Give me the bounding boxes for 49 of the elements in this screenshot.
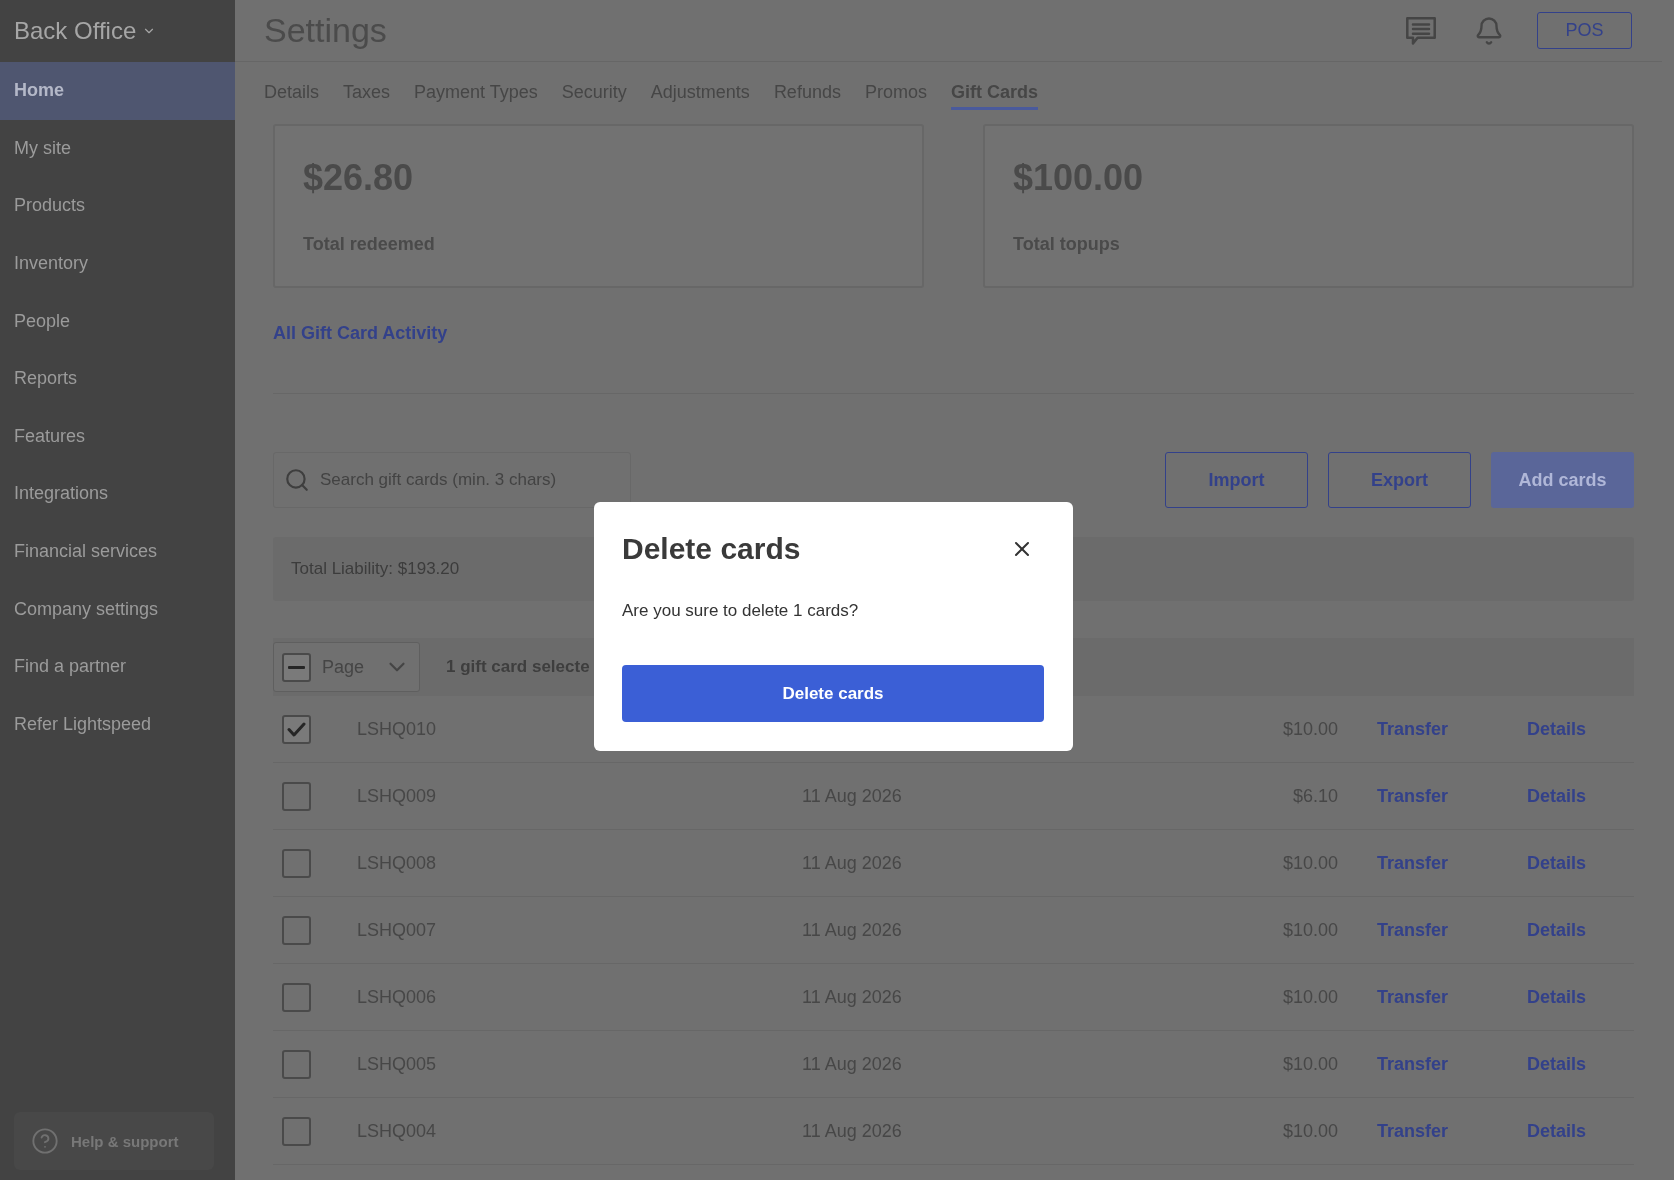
sidebar-item[interactable]: People (0, 292, 235, 350)
row-checkbox[interactable] (282, 982, 311, 1012)
details-link[interactable]: Details (1527, 1053, 1587, 1075)
row-checkbox[interactable] (282, 714, 311, 744)
chat-icon[interactable] (1406, 16, 1436, 45)
sidebar-item[interactable]: My site (0, 119, 235, 178)
sidebar-item[interactable]: Inventory (0, 234, 235, 293)
action-button[interactable]: Import (1165, 452, 1308, 508)
row-checkbox[interactable] (282, 1049, 311, 1079)
sidebar-item[interactable]: Company settings (0, 580, 235, 638)
transfer-link[interactable]: Transfer (1377, 852, 1449, 874)
row-checkbox[interactable] (282, 848, 311, 878)
help-icon (31, 1127, 59, 1155)
pos-button[interactable]: POS (1537, 12, 1632, 49)
transfer-link[interactable]: Transfer (1377, 1120, 1449, 1142)
add-cards-button[interactable]: Add cards (1491, 452, 1634, 508)
sidebar-item[interactable]: Financial services (0, 522, 235, 581)
row-checkbox[interactable] (282, 781, 311, 811)
sidebar-item[interactable]: Integrations (0, 465, 235, 523)
details-link[interactable]: Details (1527, 852, 1587, 874)
dialog-message: Are you sure to delete 1 cards? (622, 600, 860, 622)
transfer-link[interactable]: Transfer (1377, 1053, 1449, 1075)
back-office-menu[interactable]: Back Office (14, 17, 157, 45)
minus-icon (288, 665, 305, 669)
check-icon (287, 721, 306, 737)
sidebar-item[interactable]: Features (0, 407, 235, 466)
details-link[interactable]: Details (1527, 785, 1587, 807)
select-all-checkbox[interactable] (282, 652, 311, 682)
details-link[interactable]: Details (1527, 718, 1587, 740)
delete-cards-button[interactable]: Delete cards (622, 665, 1044, 722)
row-checkbox[interactable] (282, 915, 311, 945)
sidebar-item[interactable]: Refer Lightspeed (0, 695, 235, 754)
details-link[interactable]: Details (1527, 986, 1587, 1008)
sidebar-item[interactable]: Products (0, 177, 235, 235)
action-button[interactable]: Export (1328, 452, 1471, 508)
transfer-link[interactable]: Transfer (1377, 919, 1449, 941)
transfer-link[interactable]: Transfer (1377, 986, 1449, 1008)
dialog-title: Delete cards (622, 532, 801, 566)
transfer-link[interactable]: Transfer (1377, 718, 1449, 740)
sidebar-item[interactable]: Reports (0, 349, 235, 408)
row-checkbox[interactable] (282, 1116, 311, 1146)
details-link[interactable]: Details (1527, 1120, 1587, 1142)
sidebar-item[interactable]: Find a partner (0, 637, 235, 696)
sidebar-item[interactable]: Home (0, 62, 235, 120)
transfer-link[interactable]: Transfer (1377, 785, 1449, 807)
search-icon (284, 467, 310, 493)
details-link[interactable]: Details (1527, 919, 1587, 941)
bell-icon[interactable] (1474, 15, 1504, 46)
activity-link[interactable]: All Gift Card Activity (273, 322, 448, 344)
